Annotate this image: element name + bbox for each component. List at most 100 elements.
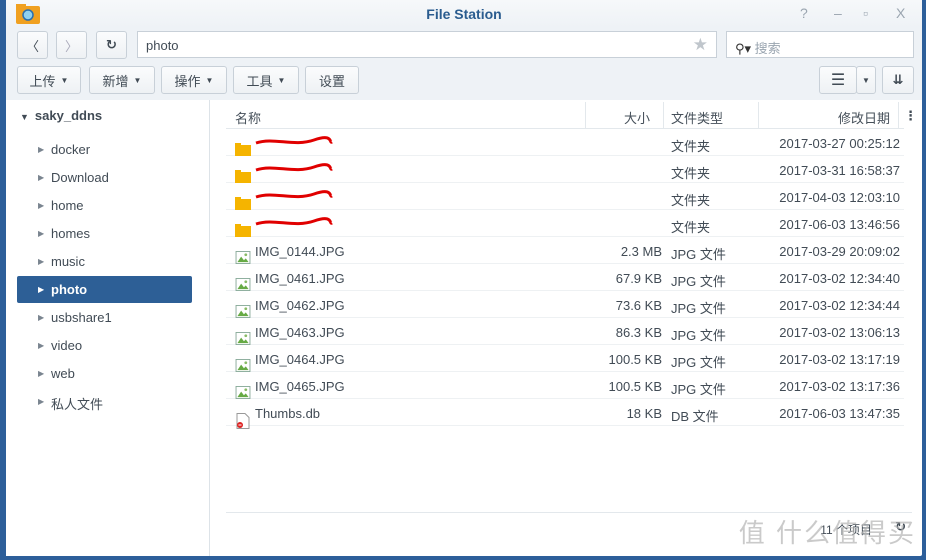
sidebar-item-label: music [51, 254, 85, 269]
modified-date: 2017-03-02 13:06:13 [779, 325, 900, 340]
sort-button[interactable]: ⇊ [882, 66, 914, 94]
action-button[interactable]: 操作 ▼ [161, 66, 227, 94]
table-row[interactable]: IMG_0461.JPG 67.9 KB JPG 文件 2017-03-02 12:3… [226, 264, 904, 291]
create-button[interactable]: 新增 ▼ [89, 66, 155, 94]
table-row[interactable]: 文件夹 2017-03-27 00:25:12 [226, 129, 904, 156]
file-type: DB 文件 [671, 409, 719, 424]
modified-date: 2017-03-02 12:34:40 [779, 271, 900, 286]
watermark-logo: 值 什么值得买 [738, 518, 916, 548]
table-row[interactable]: IMG_0144.JPG 2.3 MB JPG 文件 2017-03-29 20:09… [226, 237, 904, 264]
search-icon[interactable]: ⚲▾ [735, 41, 751, 56]
file-size: 100.5 KB [608, 352, 663, 367]
table-row[interactable]: Thumbs.db 18 KB DB 文件 2017-06-03 13:47:35 [226, 399, 904, 429]
file-name: IMG_0144.JPG [255, 244, 345, 259]
settings-button[interactable]: 设置 [305, 66, 359, 94]
caret-right-icon: ▶ [38, 397, 45, 406]
table-row[interactable]: IMG_0463.JPG 86.3 KB JPG 文件 2017-03-02 13:0… [226, 318, 904, 345]
redaction-scribble [255, 190, 333, 199]
star-icon[interactable]: ★ [693, 35, 708, 55]
file-type: 文件夹 [671, 139, 711, 154]
header-date[interactable]: 修改日期 [838, 108, 890, 127]
forward-button[interactable]: 〉 [56, 31, 87, 59]
file-size: 73.6 KB [615, 298, 662, 313]
caret-down-icon: ▼ [277, 75, 286, 85]
close-button[interactable]: X [896, 5, 905, 21]
root-label: saky_ddns [34, 108, 103, 123]
sidebar-item-label: usbshare1 [51, 310, 112, 325]
maximize-button[interactable]: ▫ [863, 5, 868, 21]
table-row[interactable]: IMG_0465.JPG 100.5 KB JPG 文件 2017-03-02 13:… [226, 372, 904, 399]
sidebar-item-label: Download [51, 170, 109, 185]
sidebar-item-label: web [51, 366, 75, 381]
caret-right-icon: ▶ [38, 145, 45, 154]
redaction-scribble [255, 217, 333, 226]
chevron-right-icon: 〉 [64, 38, 78, 54]
modified-date: 2017-03-27 00:25:12 [779, 136, 900, 151]
table-row[interactable]: 文件夹 2017-03-31 16:58:37 [226, 156, 904, 183]
list-icon: ☰ [830, 72, 846, 89]
file-list: 名称 大小 文件类型 修改日期 文件夹 2017-03-27 00:25:12 文件… [226, 102, 904, 429]
caret-down-icon: ▼ [133, 75, 142, 85]
sidebar-item-web[interactable]: ▶ web [17, 360, 192, 387]
tools-label: 工具 [246, 73, 273, 89]
path-text: photo [146, 38, 179, 53]
modified-date: 2017-03-02 13:17:19 [779, 352, 900, 367]
file-type: 文件夹 [671, 193, 711, 208]
caret-down-icon: ▼ [60, 75, 69, 85]
table-header: 名称 大小 文件类型 修改日期 [226, 102, 904, 129]
window-title: File Station [426, 6, 502, 22]
settings-label: 设置 [318, 73, 345, 89]
redaction-scribble [255, 136, 333, 145]
table-row[interactable]: 文件夹 2017-04-03 12:03:10 [226, 183, 904, 210]
file-name: IMG_0462.JPG [255, 298, 345, 313]
file-type: JPG 文件 [671, 328, 726, 343]
modified-date: 2017-04-03 12:03:10 [779, 190, 900, 205]
sidebar-item-download[interactable]: ▶ Download [17, 164, 192, 191]
create-label: 新增 [102, 73, 129, 89]
table-row[interactable]: IMG_0462.JPG 73.6 KB JPG 文件 2017-03-02 12:3… [226, 291, 904, 318]
view-dropdown-button[interactable]: ▼ [856, 66, 876, 94]
sidebar-item-video[interactable]: ▶ video [17, 332, 192, 359]
sidebar-item-photo[interactable]: ▶ photo [17, 276, 192, 303]
sidebar-item-homes[interactable]: ▶ homes [17, 220, 192, 247]
path-input[interactable]: photo ★ [137, 31, 717, 58]
file-name: IMG_0461.JPG [255, 271, 345, 286]
file-type: JPG 文件 [671, 274, 726, 289]
search-input[interactable]: ⚲▾ 搜索 [726, 31, 914, 58]
file-type: JPG 文件 [671, 355, 726, 370]
sidebar-item-docker[interactable]: ▶ docker [17, 136, 192, 163]
modified-date: 2017-03-02 13:17:36 [779, 379, 900, 394]
caret-right-icon: ▶ [38, 369, 45, 378]
header-name[interactable]: 名称 [235, 108, 261, 127]
sidebar-item-私人文件[interactable]: ▶ 私人文件 [17, 388, 192, 415]
column-menu-icon[interactable]: ⋮ [904, 108, 917, 124]
folder-tree: ▼ saky_ddns ▶ docker ▶ Download ▶ home ▶ homes ▶ m… [6, 100, 210, 556]
file-type: JPG 文件 [671, 382, 726, 397]
caret-right-icon: ▶ [38, 285, 45, 294]
sidebar-item-usbshare1[interactable]: ▶ usbshare1 [17, 304, 192, 331]
caret-right-icon: ▶ [38, 201, 45, 210]
header-size[interactable]: 大小 [624, 108, 650, 127]
upload-button[interactable]: 上传 ▼ [17, 66, 81, 94]
tree-root[interactable]: ▼ saky_ddns [20, 108, 102, 123]
minimize-button[interactable]: – [834, 5, 842, 21]
list-view-button[interactable]: ☰ [819, 66, 857, 94]
redaction-scribble [255, 163, 333, 172]
refresh-button[interactable]: ↻ [96, 31, 127, 59]
tools-button[interactable]: 工具 ▼ [233, 66, 299, 94]
table-row[interactable]: IMG_0464.JPG 100.5 KB JPG 文件 2017-03-02 13:… [226, 345, 904, 372]
search-placeholder: 搜索 [754, 41, 781, 56]
table-row[interactable]: 文件夹 2017-06-03 13:46:56 [226, 210, 904, 237]
back-button[interactable]: 〈 [17, 31, 48, 59]
help-button[interactable]: ? [800, 5, 808, 21]
caret-right-icon: ▶ [38, 313, 45, 322]
file-size: 18 KB [626, 406, 662, 421]
header-type[interactable]: 文件类型 [671, 108, 723, 127]
sidebar-item-music[interactable]: ▶ music [17, 248, 192, 275]
title-bar: File Station ? – ▫ X [6, 0, 922, 28]
file-type: JPG 文件 [671, 247, 726, 262]
sidebar-item-home[interactable]: ▶ home [17, 192, 192, 219]
action-label: 操作 [174, 73, 201, 89]
caret-right-icon: ▶ [38, 229, 45, 238]
upload-label: 上传 [29, 73, 56, 89]
